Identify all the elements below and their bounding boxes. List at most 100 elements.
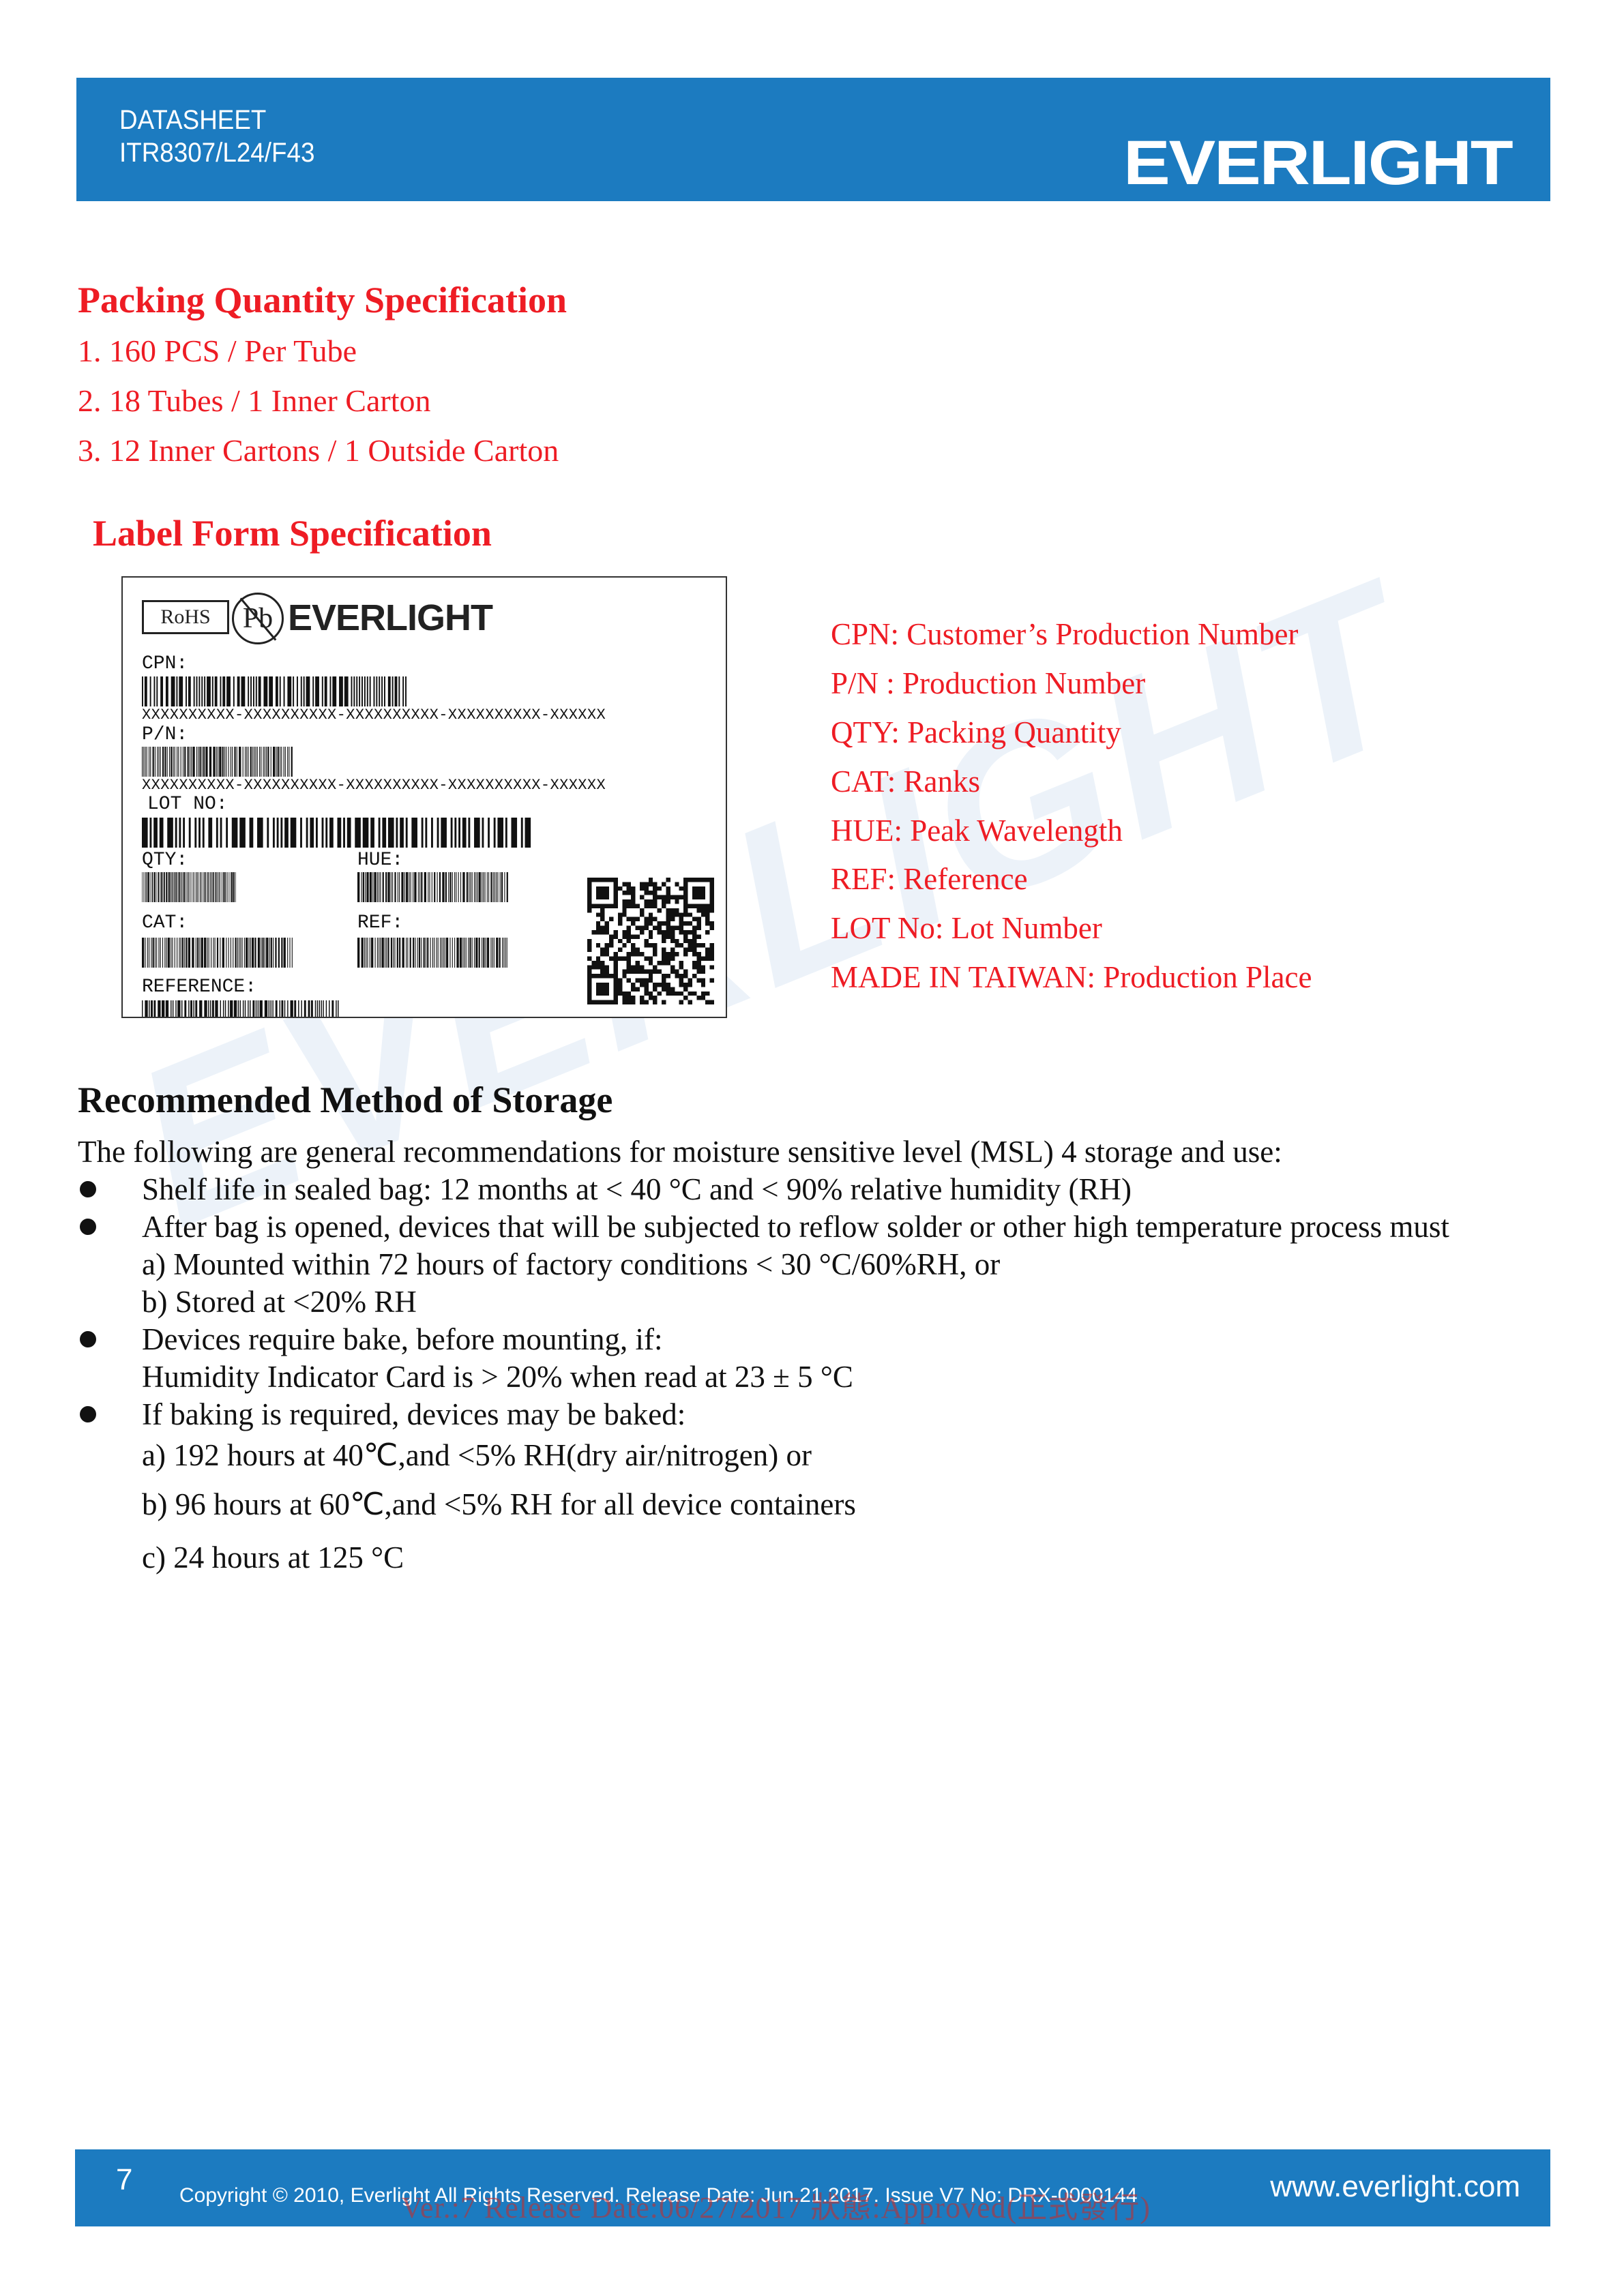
qr-module [639,886,645,891]
qr-module [666,921,670,926]
qr-module [631,969,636,974]
qr-module [648,904,653,908]
qr-module [688,912,692,917]
qr-module [622,929,627,935]
qr-module [666,886,670,891]
barcode-bar [237,676,240,706]
barcode-bar [414,872,417,902]
qr-module [622,908,627,913]
barcode-bar [239,818,246,848]
qr-module [648,996,653,1000]
barcode-bar [190,872,191,902]
barcode-bar [458,818,460,848]
barcode-bar [150,872,151,902]
qr-module [709,878,714,882]
qr-module [675,943,679,948]
qr-module [613,996,618,1000]
qr-module [644,916,649,922]
barcode-bar [366,676,368,706]
packing-item: 3. 12 Inner Cartons / 1 Outside Carton [78,433,559,468]
barcode-bar [429,872,430,902]
barcode-bar [417,872,419,902]
label-form-title: Label Form Specification [93,513,492,554]
qr-module [653,904,658,908]
barcode-bar [273,938,274,968]
qr-module [696,904,701,908]
qr-module [666,916,670,922]
qr-module [595,904,601,908]
qr-module [700,878,706,882]
barcode-bar [198,818,201,848]
barcode-bar [160,676,164,706]
qr-module [648,882,653,886]
qr-module [631,982,636,987]
qr-module [609,934,614,939]
barcode-bar [204,676,206,706]
barcode-bar [484,872,486,902]
barcode-bar [220,1000,221,1017]
barcode-bar [458,872,459,902]
qr-module [626,916,632,922]
barcode-bar [321,818,324,848]
barcode-bar [332,676,337,706]
ref-field-label: REF: [357,912,404,934]
barcode-bar [252,1000,255,1017]
barcode-bar [239,747,241,777]
barcode-bar [226,676,231,706]
qr-module [639,996,645,1000]
barcode-bar [164,938,166,968]
barcode-bar [165,1000,169,1017]
barcode-bar [147,872,150,902]
qr-module [600,904,605,908]
qr-module [662,947,666,953]
qr-module [662,952,666,957]
barcode-bar [483,938,485,968]
barcode-bar [452,938,453,968]
barcode-bar [287,938,289,968]
barcode-bar [219,747,222,777]
barcode-bar [325,818,328,848]
qr-module [666,987,670,992]
storage-subitem: b) 96 hours at 60℃,and <5% RH for all de… [142,1487,856,1521]
qr-module [644,904,649,908]
qr-module [709,882,714,886]
barcode-bar [257,818,263,848]
qr-module [700,908,706,913]
barcode-bar [266,938,269,968]
qr-module [688,878,692,882]
qr-module [644,899,649,904]
qr-module [648,969,653,974]
barcode-bar [407,938,409,968]
qr-module [613,982,618,987]
barcode-bar [205,747,208,777]
barcode-bar [151,1000,153,1017]
qr-module [670,916,675,922]
barcode-bar [149,676,151,706]
barcode-bar [450,818,453,848]
qr-module [595,895,601,900]
barcode-bar [207,872,209,902]
qr-module [587,943,592,948]
qr-module [696,969,701,974]
website-link[interactable]: www.everlight.com [1270,2170,1520,2204]
qr-module [683,891,688,895]
qr-module [688,982,692,987]
barcode-bar [432,938,433,968]
qr-module [683,969,688,974]
barcode-bar [188,1000,190,1017]
barcode-bar [427,938,429,968]
qr-module [670,908,675,913]
qr-module [696,895,701,900]
barcode-bar [365,872,366,902]
barcode-bar [454,938,456,968]
barcode-bar [215,1000,218,1017]
barcode-bar [380,872,381,902]
barcode-icon [142,1000,340,1017]
qr-module [653,969,658,974]
qr-module [657,895,662,900]
qr-module [626,991,632,996]
qr-module [604,891,610,895]
barcode-bar [217,872,218,902]
qr-module [679,943,684,948]
qr-module [700,969,706,974]
